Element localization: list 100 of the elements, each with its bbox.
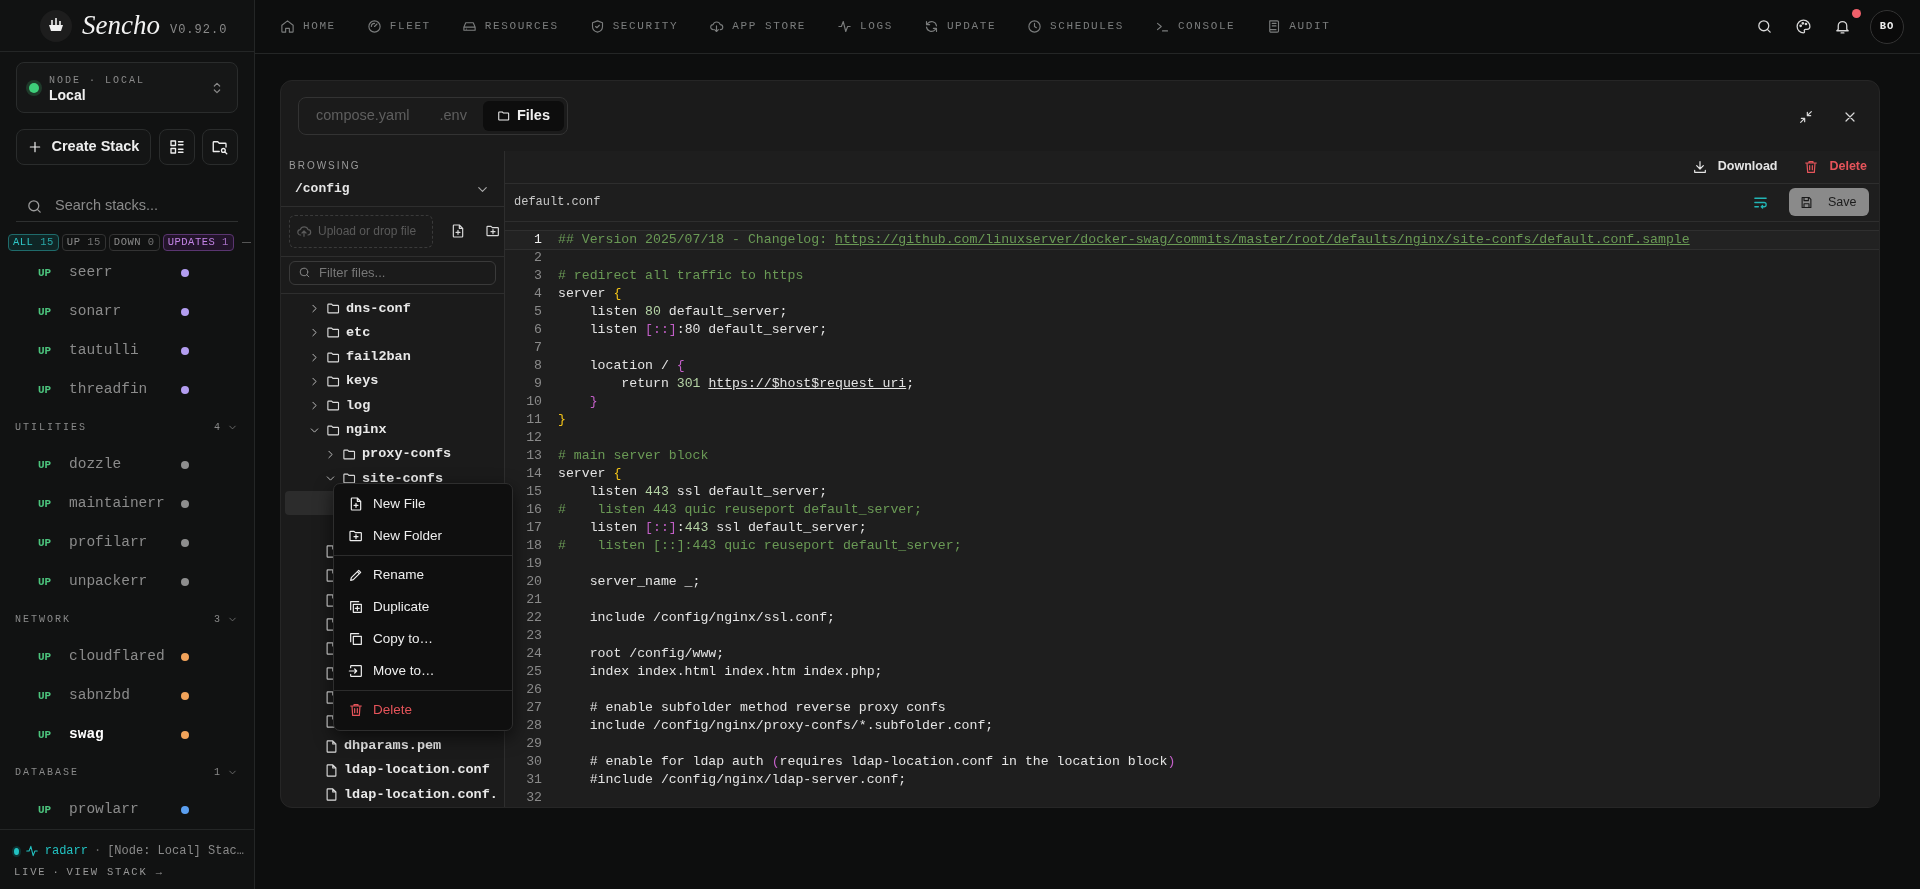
menu-item[interactable]: Copy to… bbox=[338, 623, 444, 655]
file-icon bbox=[324, 762, 339, 778]
download-button[interactable]: Download bbox=[1691, 157, 1778, 177]
group-count: 4 bbox=[214, 420, 222, 435]
list-icon bbox=[168, 138, 187, 157]
code-line: # main server block bbox=[558, 447, 709, 466]
filter-chip[interactable]: UP 15 bbox=[61, 234, 106, 252]
nav-link[interactable]: SCHEDULES bbox=[1027, 18, 1124, 35]
folder-icon bbox=[326, 325, 341, 341]
stack-name[interactable]: seerr bbox=[69, 261, 181, 284]
path-select[interactable]: /config bbox=[281, 172, 504, 207]
search-field[interactable]: Search stacks... bbox=[53, 194, 233, 219]
line-number: 20 bbox=[525, 573, 542, 592]
status-label: UP bbox=[38, 649, 53, 665]
tree-item[interactable]: ldap-location.conf. bbox=[281, 782, 504, 807]
nav-link[interactable]: RESOURCES bbox=[461, 18, 559, 35]
status-label: UP bbox=[38, 343, 53, 359]
folder-icon bbox=[326, 398, 341, 414]
stack-name[interactable]: maintainerr bbox=[69, 492, 181, 515]
code-line: # enable subfolder method reverse proxy confs bbox=[588, 699, 946, 718]
stack-name[interactable]: unpackerr bbox=[69, 570, 181, 593]
menu-item[interactable]: Duplicate bbox=[338, 591, 440, 623]
menu-item[interactable]: Rename bbox=[338, 559, 435, 591]
status-label: UP bbox=[38, 382, 53, 398]
filter-field[interactable]: Filter files... bbox=[317, 261, 477, 284]
list-view-button[interactable] bbox=[158, 129, 196, 166]
line-number: 15 bbox=[525, 483, 542, 502]
tree-item[interactable]: dns-conf bbox=[281, 296, 504, 321]
stack-name[interactable]: sabnzbd bbox=[69, 684, 181, 707]
code-line: # listen [::]:443 quic reuseport default_server; bbox=[558, 537, 962, 556]
line-number: 18 bbox=[525, 537, 542, 556]
menu-item[interactable]: Move to… bbox=[338, 655, 445, 687]
file-name: default.conf bbox=[514, 194, 601, 212]
tree-item[interactable]: nginx bbox=[281, 418, 504, 443]
tree-item[interactable]: dhparams.pem bbox=[281, 733, 504, 759]
delete-button[interactable]: Delete bbox=[1803, 157, 1867, 177]
stack-link[interactable]: radarr bbox=[44, 842, 88, 861]
filter-chip[interactable]: DOWN 0 bbox=[108, 234, 160, 252]
code-link[interactable]: https://$host$request_uri bbox=[708, 376, 907, 392]
folder-search-button[interactable] bbox=[202, 129, 238, 166]
nav-link[interactable]: FLEET bbox=[366, 18, 431, 35]
create-stack-button[interactable]: Create Stack bbox=[16, 129, 151, 166]
search-box[interactable]: Search stacks... bbox=[16, 191, 238, 223]
nav-link[interactable]: SECURITY bbox=[589, 18, 679, 35]
filter-chip[interactable]: ALL 15 bbox=[8, 234, 59, 252]
code-line: include /config/nginx/ssl.conf; bbox=[588, 609, 835, 628]
stack-name[interactable]: tautulli bbox=[69, 339, 181, 362]
duplicate-icon bbox=[348, 599, 364, 615]
editor-tab[interactable]: Files bbox=[482, 101, 564, 131]
group-count: 3 bbox=[214, 612, 222, 627]
status-label: UP bbox=[38, 457, 53, 473]
tree-item[interactable]: log bbox=[281, 393, 504, 419]
code-link[interactable]: https://github.com/linuxserver/docker-swag/commits/master/root/defaults/nginx/site-confs/default.conf.sample bbox=[835, 232, 1690, 248]
line-number: 11 bbox=[525, 411, 542, 430]
line-number: 25 bbox=[525, 663, 542, 682]
stack-name[interactable]: profilarr bbox=[69, 531, 181, 554]
status-label: UP bbox=[38, 496, 53, 512]
line-number: 21 bbox=[525, 591, 542, 610]
line-number: 16 bbox=[525, 501, 542, 520]
stack-name[interactable]: cloudflared bbox=[69, 645, 181, 668]
line-number: 14 bbox=[525, 465, 542, 484]
file-icon bbox=[324, 738, 339, 754]
tree-item[interactable]: keys bbox=[281, 369, 504, 394]
stack-name[interactable]: threadfin bbox=[69, 378, 181, 401]
tree-item[interactable]: proxy-confs bbox=[281, 442, 504, 467]
nav-link[interactable]: HOME bbox=[280, 18, 336, 35]
menu-item[interactable]: Delete bbox=[338, 694, 423, 726]
nav-link[interactable]: AUDIT bbox=[1266, 18, 1331, 35]
stack-name[interactable]: prowlarr bbox=[69, 798, 181, 821]
filter-box[interactable]: Filter files... bbox=[289, 260, 496, 285]
tree-item[interactable]: ldap-location.conf bbox=[281, 758, 504, 783]
code-line: location / { bbox=[588, 357, 685, 376]
folder-search-icon bbox=[211, 138, 230, 157]
line-number: 32 bbox=[525, 789, 542, 807]
code-line: #include /config/nginx/ldap-server.conf; bbox=[588, 771, 907, 790]
group-label: DATABASE bbox=[15, 765, 80, 780]
tree-item[interactable]: etc bbox=[281, 320, 504, 346]
menu-item[interactable]: New Folder bbox=[338, 520, 453, 552]
line-number: 29 bbox=[525, 735, 542, 754]
tree-item[interactable]: fail2ban bbox=[281, 345, 504, 370]
line-number: 8 bbox=[533, 357, 542, 376]
filter-chip[interactable]: UPDATES 1 bbox=[162, 234, 234, 252]
copy-icon bbox=[348, 631, 364, 647]
line-number: 6 bbox=[533, 321, 542, 340]
stack-name[interactable]: swag bbox=[69, 723, 181, 746]
line-number: 7 bbox=[533, 339, 542, 358]
user-avatar[interactable]: BO bbox=[1870, 9, 1904, 44]
node-selector[interactable]: NODE · LOCAL Local bbox=[16, 62, 238, 114]
nav-link[interactable]: APP STORE bbox=[709, 18, 807, 35]
line-number: 17 bbox=[525, 519, 542, 538]
stack-name[interactable]: dozzle bbox=[69, 453, 181, 476]
stack-name[interactable]: sonarr bbox=[69, 300, 181, 323]
home-icon bbox=[280, 19, 295, 34]
nav-link[interactable]: CONSOLE bbox=[1154, 18, 1236, 35]
nav-link[interactable]: UPDATE bbox=[923, 18, 997, 35]
bell-icon bbox=[1833, 18, 1851, 35]
view-stack-link[interactable]: VIEW STACK → bbox=[66, 865, 164, 881]
tree-item[interactable]: site-confs bbox=[281, 466, 504, 491]
menu-item[interactable]: New File bbox=[338, 488, 436, 520]
nav-link[interactable]: LOGS bbox=[837, 18, 893, 35]
